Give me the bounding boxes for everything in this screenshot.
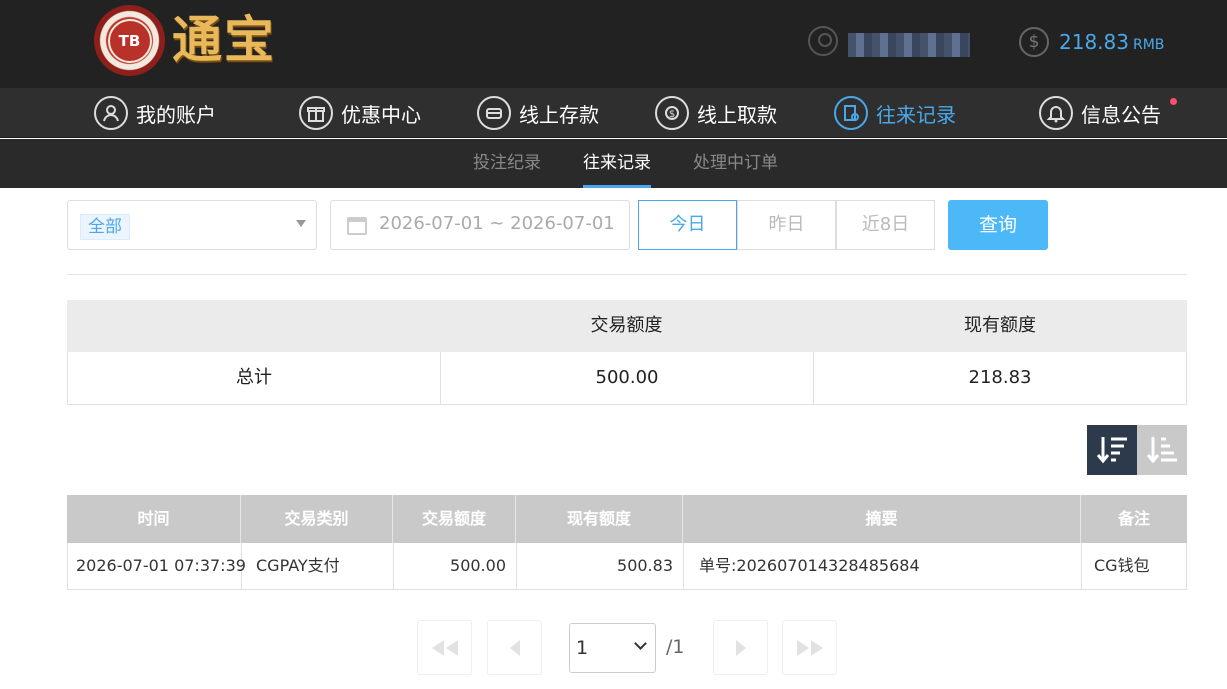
nav-deposit[interactable]: 线上存款 [477, 88, 599, 138]
nav-label: 信息公告 [1081, 102, 1161, 127]
cell-remark: CG钱包 [1094, 556, 1150, 575]
summary-transaction-amount: 500.00 [441, 352, 814, 404]
withdraw-icon: $ [655, 96, 689, 130]
table-row: 2026-07-01 07:37:39 CGPAY支付 500.00 500.8… [67, 543, 1187, 590]
sort-descending-icon [1096, 437, 1127, 464]
records-icon [834, 96, 868, 130]
cell-type: CGPAY支付 [242, 543, 394, 589]
next-page-button[interactable] [713, 620, 768, 675]
balance-display: 218.83 RMB [1059, 30, 1164, 54]
nav-label: 往来记录 [876, 102, 956, 127]
column-header-type[interactable]: 交易类别 [241, 495, 393, 543]
column-header-balance[interactable]: 现有额度 [516, 495, 683, 543]
yesterday-button[interactable]: 昨日 [737, 200, 836, 250]
nav-label: 我的账户 [136, 102, 216, 127]
current-page-value: 1 [576, 637, 589, 659]
deposit-icon [477, 96, 511, 130]
main-nav: 我的账户 优惠中心 线上存款 $ 线上取款 往来记录 信息公告 [0, 88, 1227, 138]
calendar-icon [347, 217, 367, 235]
records-header: 时间 交易类别 交易额度 现有额度 摘要 备注 [67, 495, 1187, 543]
gift-icon [299, 96, 333, 130]
summary-current-balance: 218.83 [968, 367, 1032, 388]
nav-label: 线上存款 [519, 102, 599, 127]
page-total: /1 [666, 636, 685, 658]
transaction-type-select[interactable]: 全部 [67, 200, 317, 250]
svg-text:$: $ [669, 109, 675, 120]
page-select[interactable]: 1 [569, 623, 656, 673]
summary-row: 总计 500.00 218.83 [67, 352, 1187, 405]
left-arrow-icon [509, 640, 520, 656]
logo-text[interactable]: 通宝 [172, 10, 276, 70]
summary-header-cell [67, 300, 440, 352]
date-range-picker[interactable]: 2026-07-01 ~ 2026-07-01 [330, 200, 630, 250]
cell-amount: 500.00 [394, 543, 517, 589]
nav-promotions[interactable]: 优惠中心 [299, 88, 421, 138]
last-8-days-button[interactable]: 近8日 [836, 200, 935, 250]
chevron-down-icon [634, 637, 647, 650]
summary-header: 交易额度 现有额度 [67, 300, 1187, 352]
dollar-coin-icon: $ [1019, 27, 1049, 57]
username-obscured [848, 33, 970, 57]
logo-badge: TB [107, 18, 152, 63]
summary-label: 总计 [68, 352, 441, 404]
cell-summary: 单号:202607014328485684 [684, 543, 1082, 589]
nav-label: 线上取款 [697, 102, 777, 127]
nav-records[interactable]: 往来记录 [834, 88, 956, 138]
balance-unit: RMB [1132, 37, 1165, 53]
sort-ascending-icon [1146, 437, 1177, 464]
column-header-summary[interactable]: 摘要 [683, 495, 1081, 543]
nav-withdraw[interactable]: $ 线上取款 [655, 88, 777, 138]
column-header-remark[interactable]: 备注 [1081, 495, 1187, 543]
top-header: TB 通宝 $ 218.83 RMB [0, 0, 1227, 88]
first-page-button[interactable] [417, 620, 472, 675]
sub-nav: 投注纪录 往来记录 处理中订单 [0, 139, 1227, 188]
prev-page-button[interactable] [487, 620, 542, 675]
query-button[interactable]: 查询 [948, 200, 1048, 250]
summary-header-cell: 现有额度 [964, 315, 1036, 336]
column-header-time[interactable]: 时间 [67, 495, 241, 543]
subtab-pending-orders[interactable]: 处理中订单 [693, 139, 778, 188]
nav-announcements[interactable]: 信息公告 [1039, 88, 1161, 138]
cell-time: 2026-07-01 07:37:39 [68, 543, 246, 589]
selected-type-tag: 全部 [80, 214, 130, 240]
subtab-bet-records[interactable]: 投注纪录 [473, 139, 541, 188]
double-left-arrow-icon [431, 640, 458, 656]
logo-chip-icon[interactable]: TB [94, 5, 165, 76]
column-header-amount[interactable]: 交易额度 [393, 495, 516, 543]
last-page-button[interactable] [782, 620, 837, 675]
balance-value: 218.83 [1059, 30, 1129, 54]
user-avatar-icon [808, 26, 838, 56]
sort-descending-button[interactable] [1087, 425, 1137, 475]
today-button[interactable]: 今日 [638, 200, 737, 250]
bell-icon [1039, 96, 1073, 130]
nav-my-account[interactable]: 我的账户 [94, 88, 216, 138]
nav-label: 优惠中心 [341, 102, 421, 127]
subtab-transaction-records[interactable]: 往来记录 [583, 139, 651, 188]
date-range-value: 2026-07-01 ~ 2026-07-01 [379, 213, 615, 234]
summary-header-cell: 交易额度 [590, 315, 663, 336]
cell-balance: 500.83 [517, 543, 684, 589]
sort-ascending-button[interactable] [1137, 425, 1187, 475]
double-right-arrow-icon [796, 640, 823, 656]
caret-down-icon [296, 220, 306, 227]
divider [67, 274, 1187, 275]
notification-dot-icon [1170, 98, 1177, 105]
user-icon [94, 96, 128, 130]
right-arrow-icon [735, 640, 746, 656]
